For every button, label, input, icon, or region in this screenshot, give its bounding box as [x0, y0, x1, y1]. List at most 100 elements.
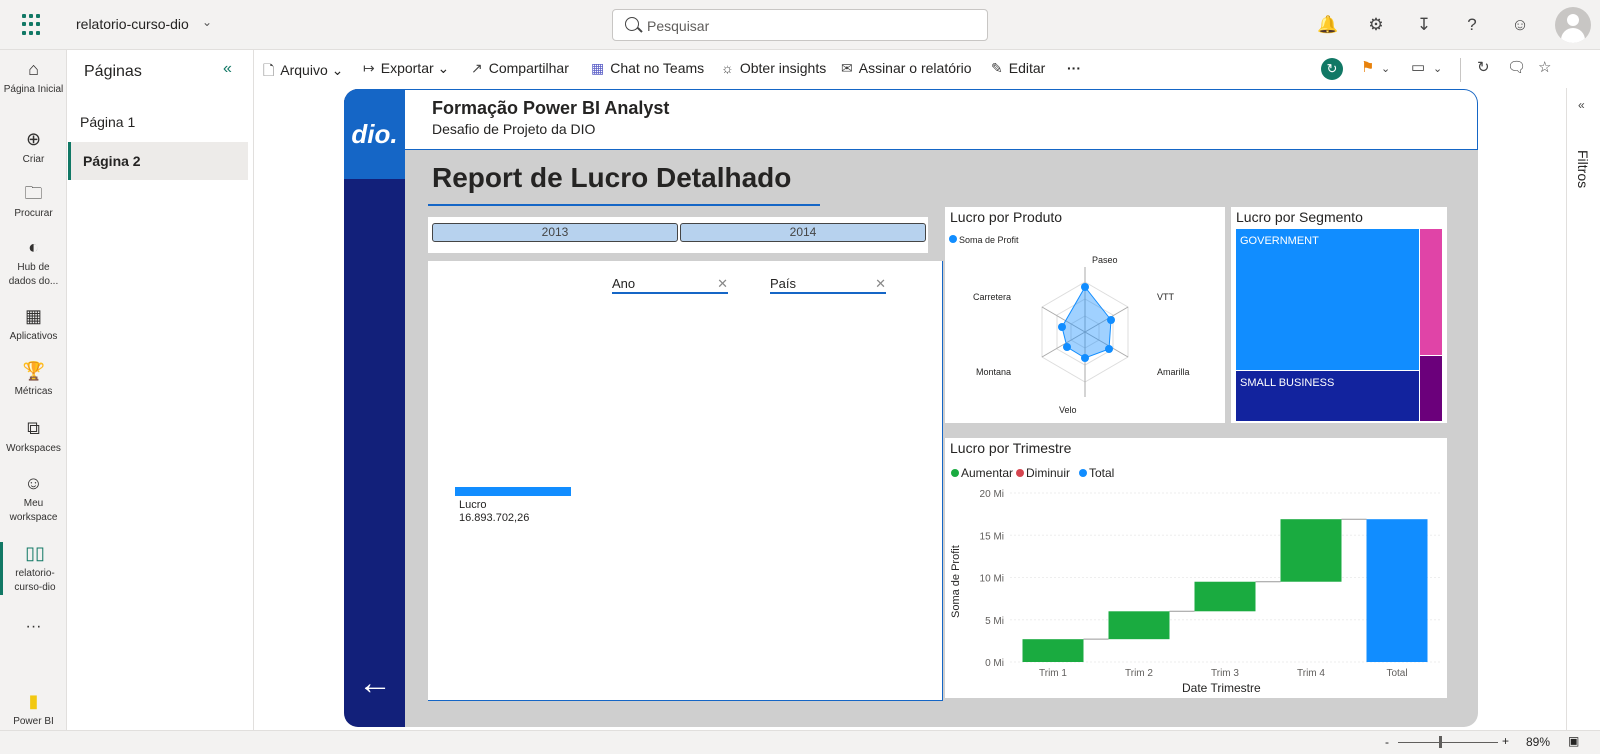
feedback-smiley-icon[interactable]: ☺ [1508, 13, 1532, 37]
search-placeholder: Pesquisar [647, 18, 710, 34]
close-icon[interactable]: ✕ [875, 276, 886, 292]
waterfall-bar-trim-3[interactable] [1194, 581, 1256, 612]
pages-panel: Páginas « Página 1 Página 2 [68, 50, 254, 730]
header-subtitle: Desafio de Projeto da DIO [432, 121, 596, 137]
fit-to-page-icon[interactable]: ▣ [1568, 734, 1579, 748]
filters-pane[interactable]: « Filtros [1566, 88, 1600, 730]
x-tick-label: Trim 1 [1039, 668, 1067, 679]
share-icon: ↗ [471, 60, 483, 76]
chevron-down-icon[interactable]: ⌄ [1433, 62, 1442, 75]
nav-metrics[interactable]: 🏆 Métricas [0, 360, 67, 399]
segment-label: GOVERNMENT [1240, 235, 1319, 247]
favorite-star-icon[interactable]: ☆ [1538, 58, 1551, 76]
zoom-out-button[interactable]: - [1385, 735, 1389, 749]
lucro-bar[interactable] [455, 487, 571, 496]
waterfall-bar-trim-1[interactable] [1022, 639, 1084, 662]
nav-current-report[interactable]: ▯▯ relatorio-curso-dio [0, 542, 67, 595]
chevron-down-icon[interactable]: ⌄ [202, 15, 212, 29]
close-icon[interactable]: ✕ [717, 276, 728, 292]
collapse-pages-icon[interactable]: « [223, 60, 232, 78]
share-button[interactable]: ↗ Compartilhar [471, 60, 569, 77]
filters-label: Filtros [1575, 150, 1591, 189]
nav-apps[interactable]: ▦ Aplicativos [0, 305, 67, 344]
radar-axis-label: Carretera [973, 292, 1011, 302]
treemap-cell-pink[interactable] [1420, 229, 1442, 355]
dio-logo: dio. [344, 89, 405, 179]
waterfall-bar-trim-2[interactable] [1108, 611, 1170, 640]
help-icon[interactable]: ? [1460, 13, 1484, 37]
radar-axis-label: Montana [976, 367, 1011, 377]
chevron-down-icon[interactable]: ⌄ [1381, 62, 1390, 75]
treemap-cell-purple[interactable] [1420, 356, 1442, 421]
year-slicer: 2013 2014 [428, 217, 928, 253]
waterfall-bar-total[interactable] [1366, 519, 1428, 662]
treemap-cell-government[interactable]: GOVERNMENT [1236, 229, 1419, 370]
apps-icon: ▦ [24, 306, 42, 326]
download-icon[interactable]: ↧ [1412, 13, 1436, 37]
expand-filters-icon[interactable]: « [1578, 98, 1585, 112]
view-icon[interactable]: ▭ [1411, 58, 1425, 76]
x-axis-label: Date Trimestre [1182, 681, 1261, 695]
legend-dot [1016, 469, 1024, 477]
radar-axis-label: VTT [1157, 292, 1175, 302]
radar-chart-card[interactable]: Lucro por Produto Soma de Profit Paseo V… [945, 207, 1225, 423]
teams-chat-button[interactable]: ▦ Chat no Teams [591, 60, 704, 77]
powerbi-logo-icon: ▮ [28, 691, 39, 711]
plus-icon: ⊕ [25, 129, 42, 149]
radar-axis-label: Velo [1059, 405, 1077, 415]
search-input[interactable]: Pesquisar [612, 9, 988, 41]
nav-label: Procurar [14, 208, 53, 219]
nav-home[interactable]: ⌂ Página Inicial [0, 58, 67, 97]
bell-icon[interactable]: 🔔 [1316, 13, 1340, 37]
report-name[interactable]: relatorio-curso-dio [76, 16, 189, 32]
subscribe-icon: ✉ [841, 60, 853, 76]
legend-total: Total [1089, 466, 1114, 480]
year-button-2014[interactable]: 2014 [680, 223, 926, 242]
nav-create[interactable]: ⊕ Criar [0, 128, 67, 167]
filter-ano[interactable]: Ano ✕ [612, 276, 728, 294]
pages-title: Páginas [84, 63, 142, 80]
avatar[interactable] [1555, 7, 1591, 43]
my-workspace-icon: ☺ [24, 473, 43, 493]
comment-icon[interactable]: 🗨 [1507, 58, 1526, 76]
more-options-button[interactable]: ··· [1067, 60, 1081, 76]
decomposition-visual: Ano ✕ País ✕ Lucro 16.893.702,26 [428, 261, 943, 701]
treemap-card[interactable]: Lucro por Segmento GOVERNMENT SMALL BUSI… [1231, 207, 1447, 423]
report-toolbar: 🗋 Arquivo ⌄ ↦ Exportar ⌄ ↗ Compartilhar ▦ Ch… [255, 50, 1600, 88]
insights-button[interactable]: ☼ Obter insights [721, 60, 826, 76]
refresh-icon[interactable]: ↻ [1477, 58, 1490, 76]
waterfall-bar-trim-4[interactable] [1280, 519, 1342, 582]
refresh-status-icon[interactable]: ↻ [1321, 58, 1343, 80]
year-button-2013[interactable]: 2013 [432, 223, 678, 242]
nav-my-workspace[interactable]: ☺ Meu workspace [0, 472, 67, 525]
export-menu-button[interactable]: ↦ Exportar ⌄ [363, 60, 449, 77]
nav-workspaces[interactable]: ⧉ Workspaces [0, 417, 67, 456]
pencil-icon: ✎ [991, 60, 1003, 76]
report-icon: ▯▯ [25, 543, 45, 563]
gear-icon[interactable]: ⚙ [1364, 13, 1388, 37]
nav-browse[interactable]: 🗀 Procurar [0, 182, 67, 221]
more-icon[interactable]: ··· [0, 619, 67, 635]
y-axis-label: Soma de Profit [950, 545, 962, 618]
subscribe-button[interactable]: ✉ Assinar o relatório [841, 60, 972, 77]
nav-powerbi[interactable]: ▮ Power BI [0, 690, 67, 729]
app-launcher-icon[interactable] [22, 14, 44, 36]
waterfall-card[interactable]: Lucro por Trimestre Aumentar Diminuir To… [945, 438, 1447, 698]
back-arrow-icon[interactable]: ← [358, 664, 392, 703]
nav-data-hub[interactable]: ◐ Hub de dados do... [0, 236, 67, 289]
bookmark-icon[interactable]: ⚑ [1361, 58, 1374, 76]
radar-chart: Soma de Profit Paseo VTT Amarilla Velo M… [949, 235, 1190, 415]
zoom-slider-thumb[interactable] [1439, 736, 1442, 748]
edit-button[interactable]: ✎ Editar [991, 60, 1045, 77]
treemap-cell-small-business[interactable]: SMALL BUSINESS [1236, 371, 1419, 421]
zoom-in-button[interactable]: + [1502, 734, 1509, 748]
title-underline [428, 204, 820, 206]
file-menu-button[interactable]: 🗋 Arquivo ⌄ [263, 60, 343, 84]
page-tab-1[interactable]: Página 1 [68, 103, 248, 141]
page-tab-2[interactable]: Página 2 [68, 142, 248, 180]
report-header: Formação Power BI Analyst Desafio de Pro… [405, 89, 1478, 150]
zoom-slider[interactable] [1398, 742, 1498, 743]
filter-pais[interactable]: País ✕ [770, 276, 886, 294]
page-title: Report de Lucro Detalhado [432, 162, 792, 193]
top-bar: relatorio-curso-dio ⌄ Pesquisar 🔔 ⚙ ↧ ? … [0, 0, 1600, 50]
